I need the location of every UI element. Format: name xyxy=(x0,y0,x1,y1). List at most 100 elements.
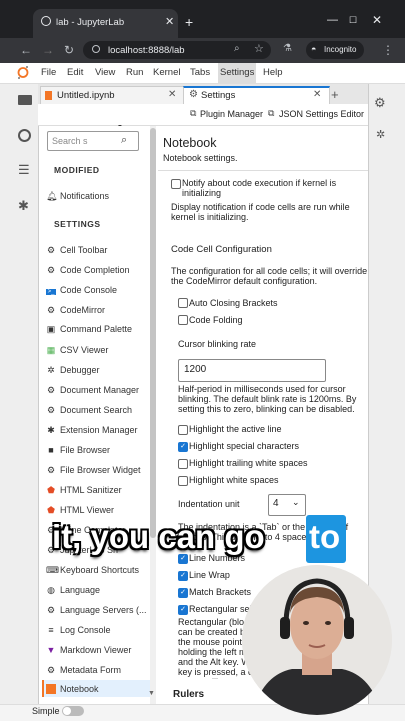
plugin-file-browser-widget[interactable]: ⚙ File Browser Widget xyxy=(46,465,141,476)
more-menu-icon[interactable]: ⋮ xyxy=(382,43,394,57)
gear-icon: ⚙ xyxy=(46,605,56,615)
json-settings-editor-button[interactable]: JSON Settings Editor xyxy=(279,109,364,119)
spreadsheet-icon: ▦ xyxy=(46,345,56,355)
highlight-white-spaces-checkbox[interactable] xyxy=(178,476,188,486)
highlight-special-chars-checkbox[interactable]: ✓ xyxy=(178,442,188,452)
plugin-code-console[interactable]: >_ Code Console xyxy=(46,285,117,295)
jupyter-logo-icon xyxy=(17,65,29,80)
plugin-html-viewer[interactable]: ⬟ HTML Viewer xyxy=(46,505,114,516)
extensions-puzzle-icon[interactable]: ✱ xyxy=(18,198,29,214)
markdown-icon: ▼ xyxy=(46,645,56,655)
plugin-document-search[interactable]: ⚙ Document Search xyxy=(46,405,132,416)
menu-edit[interactable]: Edit xyxy=(67,67,83,78)
browser-tab-title: lab - JupyterLab xyxy=(56,17,125,28)
tab-close-untitled-icon[interactable]: ✕ xyxy=(168,89,176,100)
reload-icon[interactable]: ↻ xyxy=(64,43,74,57)
plugin-command-palette[interactable]: ▣ Command Palette xyxy=(46,324,132,335)
plugin-label: Keyboard Shortcuts xyxy=(60,565,140,575)
highlight-active-line-checkbox[interactable] xyxy=(178,425,188,435)
match-brackets-checkbox[interactable]: ✓ xyxy=(178,588,188,598)
plugin-label: Markdown Viewer xyxy=(60,645,132,655)
tab-close-settings-icon[interactable]: ✕ xyxy=(313,89,321,100)
plugin-label: File Browser xyxy=(60,445,111,455)
folder-icon: ■ xyxy=(48,445,54,455)
console-icon: >_ xyxy=(46,289,56,295)
html5-icon: ⬟ xyxy=(47,485,55,495)
new-tab-icon[interactable]: + xyxy=(185,14,193,30)
close-tab-icon[interactable]: ✕ xyxy=(165,15,174,28)
menu-file[interactable]: File xyxy=(41,67,56,78)
plugin-file-browser[interactable]: ■ File Browser xyxy=(46,445,110,455)
notebook-icon xyxy=(46,684,56,694)
menu-settings[interactable]: Settings xyxy=(220,67,254,78)
plugin-manager-icon: ⧉ xyxy=(190,108,197,118)
menu-kernel[interactable]: Kernel xyxy=(153,67,180,78)
window-close-icon[interactable]: ✕ xyxy=(372,13,382,27)
table-of-contents-icon[interactable]: ☰ xyxy=(18,162,30,178)
plugin-log-console[interactable]: ≡ Log Console xyxy=(46,625,111,635)
plugin-label: Language xyxy=(60,585,101,595)
plugin-notebook[interactable]: Notebook xyxy=(46,684,99,694)
plugin-metadata-form[interactable]: ⚙ Metadata Form xyxy=(46,665,121,676)
plugin-label: Log Console xyxy=(60,625,111,635)
rectangular-selection-checkbox[interactable]: ✓ xyxy=(178,605,188,615)
plugin-notifications[interactable]: 🔔︎ Notifications xyxy=(46,191,109,202)
minimize-icon[interactable]: — xyxy=(327,14,338,26)
scroll-down-arrow-icon[interactable]: ▼ xyxy=(148,690,155,697)
plugin-markdown-viewer[interactable]: ▼ Markdown Viewer xyxy=(46,645,132,655)
jupyter-favicon-icon xyxy=(41,16,51,26)
plugin-codemirror[interactable]: ⚙ CodeMirror xyxy=(46,305,105,316)
plugin-code-completion[interactable]: ⚙ Code Completion xyxy=(46,265,130,276)
plugin-cell-toolbar[interactable]: ⚙ Cell Toolbar xyxy=(46,245,107,256)
highlight-trailing-checkbox[interactable] xyxy=(178,459,188,469)
notify-label: Notify about code execution if kernel is… xyxy=(182,178,337,198)
plugin-label: HTML Viewer xyxy=(60,505,115,515)
menu-run[interactable]: Run xyxy=(126,67,143,78)
url-text[interactable]: localhost:8888/lab xyxy=(108,45,185,56)
plugin-language[interactable]: ◍ Language xyxy=(46,585,100,596)
highlight-trailing-label: Highlight trailing white spaces xyxy=(189,458,308,468)
bookmark-star-icon[interactable]: ☆ xyxy=(254,42,264,55)
menu-view[interactable]: View xyxy=(95,67,115,78)
plugin-label: Cell Toolbar xyxy=(60,245,108,255)
auto-closing-brackets-checkbox[interactable] xyxy=(178,298,188,308)
page-title: Notebook xyxy=(163,136,217,150)
running-kernels-icon[interactable] xyxy=(18,129,31,142)
plugin-language-servers[interactable]: ⚙ Language Servers (... xyxy=(46,605,147,616)
plugin-extension-manager[interactable]: ✱ Extension Manager xyxy=(46,425,138,436)
plugin-debugger[interactable]: ✲ Debugger xyxy=(46,365,99,376)
forward-icon[interactable]: → xyxy=(42,43,54,57)
plugin-keyboard-shortcuts[interactable]: ⌨Keyboard Shortcuts xyxy=(46,565,139,576)
line-wrap-checkbox[interactable]: ✓ xyxy=(178,571,188,581)
labs-flask-icon[interactable]: ⚗ xyxy=(283,43,292,54)
plugin-manager-button[interactable]: Plugin Manager xyxy=(200,109,263,119)
gear-icon: ⚙ xyxy=(46,385,56,395)
bug-icon: ✲ xyxy=(47,365,55,375)
palette-icon: ▣ xyxy=(46,324,56,334)
zoom-icon[interactable]: ⌕ xyxy=(234,43,240,54)
notify-checkbox[interactable] xyxy=(171,179,181,189)
maximize-icon[interactable]: ☐ xyxy=(349,15,357,26)
plugin-document-manager[interactable]: ⚙ Document Manager xyxy=(46,385,139,396)
scrollbar-thumb[interactable] xyxy=(150,128,156,538)
menu-help[interactable]: Help xyxy=(263,67,283,78)
site-info-icon[interactable] xyxy=(92,45,100,53)
search-icon: ⌕ xyxy=(121,134,128,146)
plugin-label: Extension Manager xyxy=(60,425,138,435)
plugin-label: Code Completion xyxy=(60,265,130,275)
keyboard-icon: ⌨ xyxy=(46,565,59,575)
debugger-icon[interactable]: ✲ xyxy=(376,128,385,141)
folder-icon[interactable] xyxy=(18,95,32,105)
list-icon: ≡ xyxy=(48,625,54,635)
tab-label-settings: Settings xyxy=(201,90,236,101)
plugin-label: Command Palette xyxy=(60,324,133,334)
plugin-html-sanitizer[interactable]: ⬟ HTML Sanitizer xyxy=(46,485,122,496)
menu-tabs[interactable]: Tabs xyxy=(190,67,210,78)
back-icon[interactable]: ← xyxy=(20,43,32,57)
page-subtitle: Notebook settings. xyxy=(163,153,238,163)
property-inspector-icon[interactable]: ⚙ xyxy=(374,95,386,111)
plugin-csv-viewer[interactable]: ▦ CSV Viewer xyxy=(46,345,109,356)
add-tab-icon[interactable]: + xyxy=(331,87,339,102)
gear-icon: ⚙ xyxy=(46,405,56,415)
code-folding-checkbox[interactable] xyxy=(178,315,188,325)
